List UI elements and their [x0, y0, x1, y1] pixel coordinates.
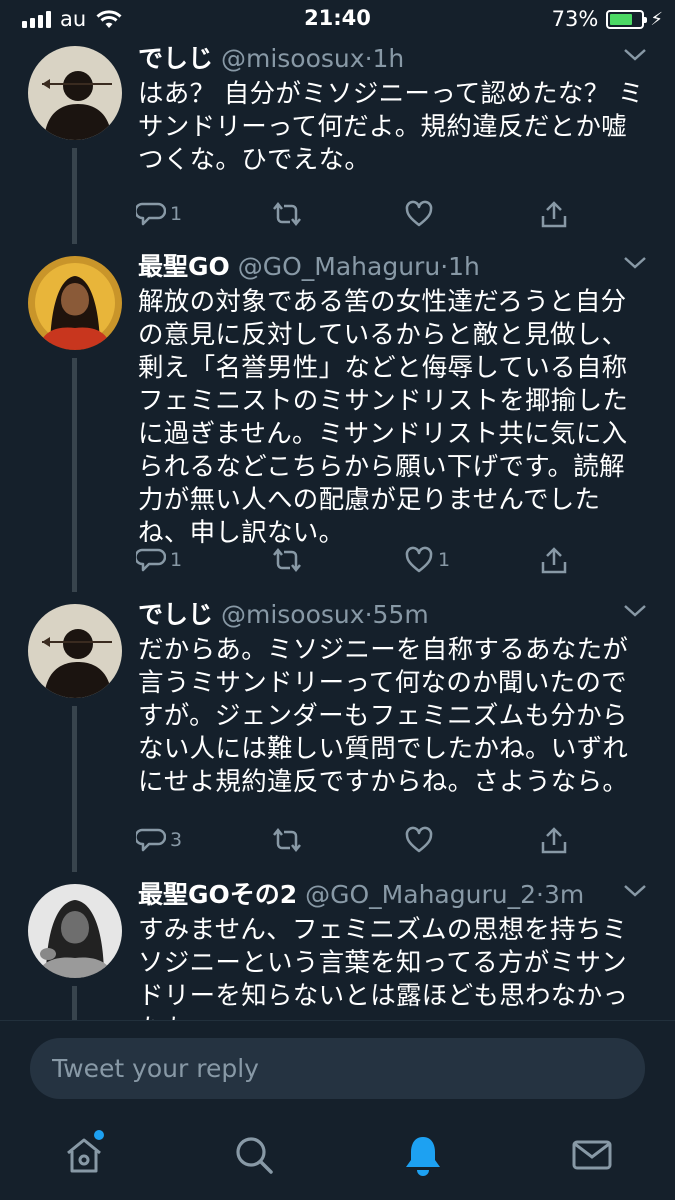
display-name[interactable]: でしじ	[138, 44, 213, 73]
tweet[interactable]: 最聖GO @GO_Mahaguru·1h 解放の対象である筈の女性達だろうと自分…	[0, 252, 675, 592]
battery-icon	[606, 9, 648, 29]
heart-icon	[405, 546, 433, 573]
reply-button[interactable]: 1	[136, 546, 182, 574]
avatar[interactable]	[28, 604, 122, 698]
tweet-time: 1h	[448, 252, 480, 281]
like-button[interactable]	[404, 826, 438, 854]
new-content-indicator	[94, 1130, 104, 1140]
like-button[interactable]: 1	[404, 546, 450, 574]
heart-icon	[405, 200, 433, 227]
retweet-icon	[273, 201, 301, 227]
share-button[interactable]	[539, 200, 569, 230]
tweet-time: 55m	[372, 600, 429, 629]
search-icon[interactable]	[232, 1133, 276, 1177]
username[interactable]: @GO_Mahaguru	[238, 252, 440, 281]
retweet-button[interactable]	[270, 546, 308, 574]
tweet[interactable]: でしじ @misoosux·55m だからあ。ミソジニーを自称するあなたが言うミ…	[0, 600, 675, 872]
retweet-icon	[273, 827, 301, 853]
retweet-icon	[273, 547, 301, 573]
tweet-time: 3m	[543, 880, 585, 909]
share-icon	[541, 201, 567, 228]
tweet-text: はあ？ 自分がミソジニーって認めたな？ ミサンドリーって何だよ。規約違反だとか嘘…	[138, 79, 644, 175]
messages-icon[interactable]	[570, 1133, 614, 1177]
display-name[interactable]: でしじ	[138, 600, 213, 629]
display-name[interactable]: 最聖GOその2	[138, 880, 297, 909]
reply-count: 3	[170, 829, 183, 851]
separator-dot: ·	[364, 600, 373, 629]
separator-dot: ·	[535, 880, 544, 909]
reply-count: 1	[170, 203, 183, 225]
battery-percent: 73%	[551, 7, 599, 31]
share-icon	[541, 827, 567, 854]
notifications-icon[interactable]	[401, 1133, 445, 1177]
status-bar: au 21:40 73% ⚡	[0, 0, 675, 38]
reply-count: 1	[170, 549, 183, 571]
share-icon	[541, 547, 567, 574]
separator-dot: ·	[440, 252, 449, 281]
tweet-text: だからあ。ミソジニーを自称するあなたが言うミサンドリーって何なのか聞いたのですが…	[138, 635, 629, 797]
charging-icon: ⚡	[650, 8, 663, 30]
username[interactable]: @GO_Mahaguru_2	[305, 880, 536, 909]
reply-button[interactable]: 1	[136, 200, 182, 228]
avatar[interactable]	[28, 884, 122, 978]
display-name[interactable]: 最聖GO	[138, 252, 230, 281]
thread-line	[72, 148, 77, 244]
tweet-text: 解放の対象である筈の女性達だろうと自分の意見に反対しているからと敵と見做し、剰え…	[138, 287, 629, 548]
username[interactable]: @misoosux	[221, 44, 365, 73]
tab-bar	[0, 1115, 675, 1200]
chevron-down-icon[interactable]	[623, 884, 647, 898]
thread-line	[72, 706, 77, 872]
avatar[interactable]	[28, 256, 122, 350]
tweet-text: すみません、フェミニズムの思想を持ちミソジニーという言葉を知ってる方がミサンドリ…	[138, 915, 629, 1020]
chevron-down-icon[interactable]	[623, 48, 647, 62]
tweet[interactable]: 最聖GOその2 @GO_Mahaguru_2·3m すみません、フェミニズムの思…	[0, 880, 675, 1020]
tweet[interactable]: でしじ @misoosux·1h はあ？ 自分がミソジニーって認めたな？ ミサン…	[0, 44, 675, 244]
reply-icon	[136, 202, 166, 226]
chevron-down-icon[interactable]	[623, 604, 647, 618]
retweet-button[interactable]	[270, 826, 308, 854]
reply-bar	[0, 1020, 675, 1115]
reply-button[interactable]: 3	[136, 826, 182, 854]
reply-icon	[136, 828, 166, 852]
avatar[interactable]	[28, 46, 122, 140]
share-button[interactable]	[539, 826, 569, 856]
chevron-down-icon[interactable]	[623, 256, 647, 270]
thread-line	[72, 986, 77, 1020]
like-button[interactable]	[404, 200, 438, 228]
reply-box[interactable]	[30, 1038, 645, 1099]
thread-line	[72, 358, 77, 592]
like-count: 1	[438, 549, 451, 571]
share-button[interactable]	[539, 546, 569, 576]
username[interactable]: @misoosux	[221, 600, 365, 629]
retweet-button[interactable]	[270, 200, 308, 228]
tweet-time: 1h	[372, 44, 405, 73]
reply-icon	[136, 548, 166, 572]
heart-icon	[405, 826, 433, 853]
tweet-reply-input[interactable]	[30, 1038, 645, 1099]
separator-dot: ·	[364, 44, 373, 73]
